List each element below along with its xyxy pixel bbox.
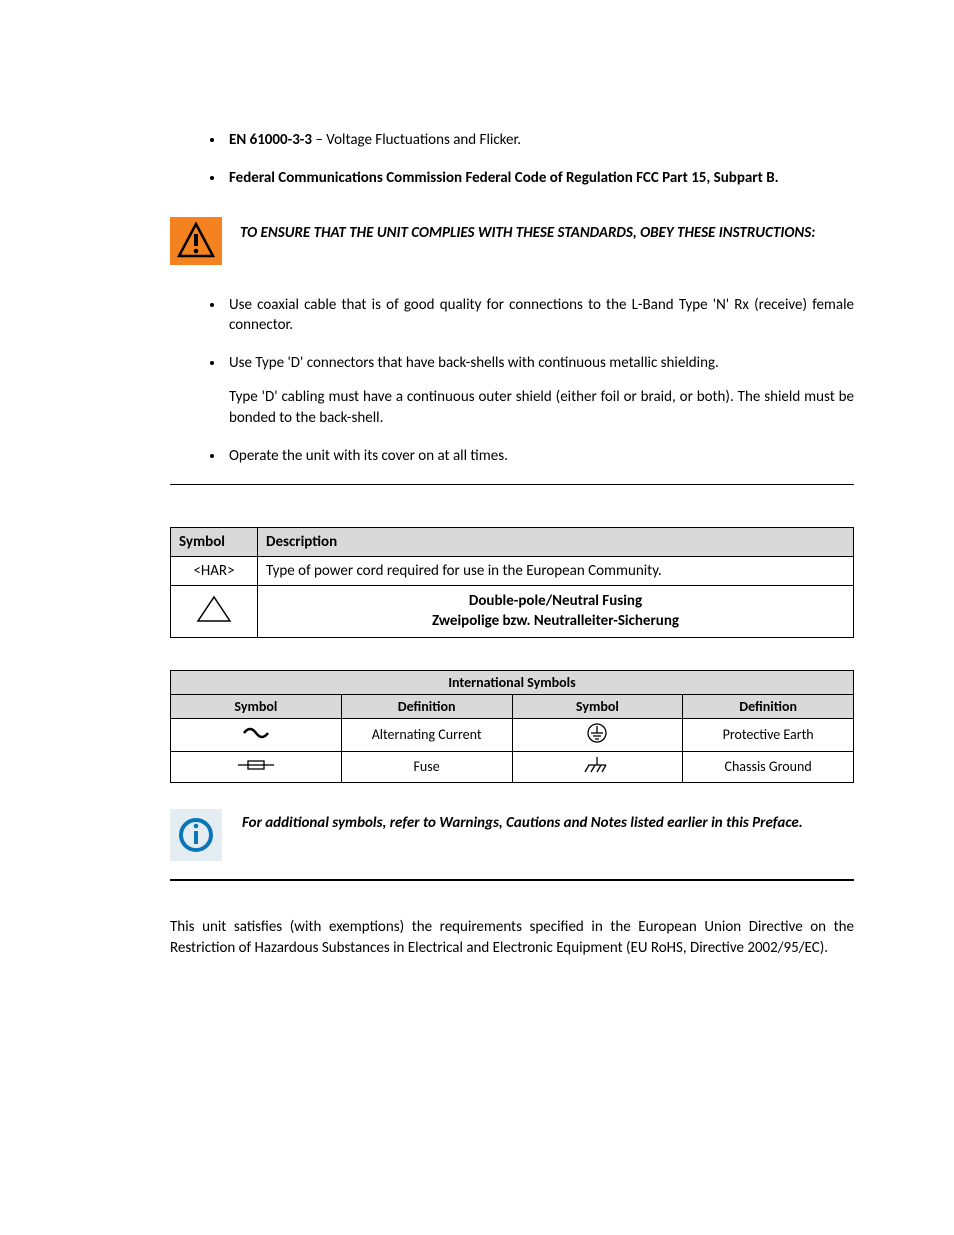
list-item: Federal Communications Commission Federa… bbox=[225, 168, 854, 188]
body-paragraph: This unit satisfies (with exemptions) th… bbox=[170, 917, 854, 959]
bullet-subtext: Type 'D' cabling must have a continuous … bbox=[229, 387, 854, 428]
international-symbols-table: International Symbols Symbol Definition … bbox=[170, 670, 854, 783]
table-row: <HAR> Type of power cord required for us… bbox=[171, 557, 854, 586]
bullet-bold: EN 61000-3-3 bbox=[229, 131, 312, 149]
table-header-row: Symbol Definition Symbol Definition bbox=[171, 694, 854, 718]
header-description: Description bbox=[258, 528, 854, 557]
list-item: EN 61000-3-3 – Voltage Fluctuations and … bbox=[225, 130, 854, 150]
bullet-bold: Federal Communications Commission Federa… bbox=[229, 169, 779, 187]
header-symbol: Symbol bbox=[171, 528, 258, 557]
definition-cell: Alternating Current bbox=[341, 718, 512, 751]
header-symbol: Symbol bbox=[512, 694, 683, 718]
bullet-text: Use Type 'D' connectors that have back-s… bbox=[229, 354, 719, 372]
bullet-text: Use coaxial cable that is of good qualit… bbox=[229, 296, 854, 334]
symbol-cell bbox=[171, 751, 342, 782]
symbol-cell bbox=[171, 718, 342, 751]
description-cell: Type of power cord required for use in t… bbox=[258, 557, 854, 586]
warning-icon bbox=[170, 217, 222, 265]
warning-block: TO ENSURE THAT THE UNIT COMPLIES WITH TH… bbox=[170, 217, 854, 265]
symbol-cell bbox=[512, 751, 683, 782]
symbol-table: Symbol Description <HAR> Type of power c… bbox=[170, 527, 854, 638]
fuse-icon bbox=[236, 757, 276, 773]
table-header-row: Symbol Description bbox=[171, 528, 854, 557]
desc-line: Double-pole/Neutral Fusing bbox=[469, 592, 642, 610]
desc-line: Zweipolige bzw. Neutralleiter-Sicherung bbox=[432, 612, 679, 630]
list-item: Use Type 'D' connectors that have back-s… bbox=[225, 353, 854, 428]
header-definition: Definition bbox=[341, 694, 512, 718]
symbol-cell: <HAR> bbox=[171, 557, 258, 586]
top-bullet-list: EN 61000-3-3 – Voltage Fluctuations and … bbox=[170, 130, 854, 189]
ac-icon bbox=[241, 726, 271, 740]
bullet-rest: – Voltage Fluctuations and Flicker. bbox=[312, 131, 521, 149]
symbol-cell bbox=[171, 586, 258, 638]
list-item: Use coaxial cable that is of good qualit… bbox=[225, 295, 854, 336]
protective-earth-icon bbox=[585, 722, 609, 744]
description-cell: Double-pole/Neutral Fusing Zweipolige bz… bbox=[258, 586, 854, 638]
info-text: For additional symbols, refer to Warning… bbox=[242, 809, 803, 833]
table-row: Double-pole/Neutral Fusing Zweipolige bz… bbox=[171, 586, 854, 638]
definition-cell: Chassis Ground bbox=[683, 751, 854, 782]
info-block: For additional symbols, refer to Warning… bbox=[170, 809, 854, 861]
definition-cell: Fuse bbox=[341, 751, 512, 782]
definition-cell: Protective Earth bbox=[683, 718, 854, 751]
heavy-divider bbox=[170, 879, 854, 881]
table-row: Fuse Chassis Ground bbox=[171, 751, 854, 782]
table-title-row: International Symbols bbox=[171, 670, 854, 694]
warning-text: TO ENSURE THAT THE UNIT COMPLIES WITH TH… bbox=[240, 217, 815, 243]
header-symbol: Symbol bbox=[171, 694, 342, 718]
bullet-text: Operate the unit with its cover on at al… bbox=[229, 447, 508, 465]
header-definition: Definition bbox=[683, 694, 854, 718]
list-item: Operate the unit with its cover on at al… bbox=[225, 446, 854, 466]
divider bbox=[170, 484, 854, 485]
table-row: Alternating Current Protective Earth bbox=[171, 718, 854, 751]
mid-bullet-list: Use coaxial cable that is of good qualit… bbox=[170, 295, 854, 467]
triangle-icon bbox=[196, 595, 232, 623]
chassis-ground-icon bbox=[582, 755, 612, 775]
page: EN 61000-3-3 – Voltage Fluctuations and … bbox=[0, 0, 954, 1019]
table-title: International Symbols bbox=[171, 670, 854, 694]
symbol-cell bbox=[512, 718, 683, 751]
info-icon bbox=[170, 809, 222, 861]
